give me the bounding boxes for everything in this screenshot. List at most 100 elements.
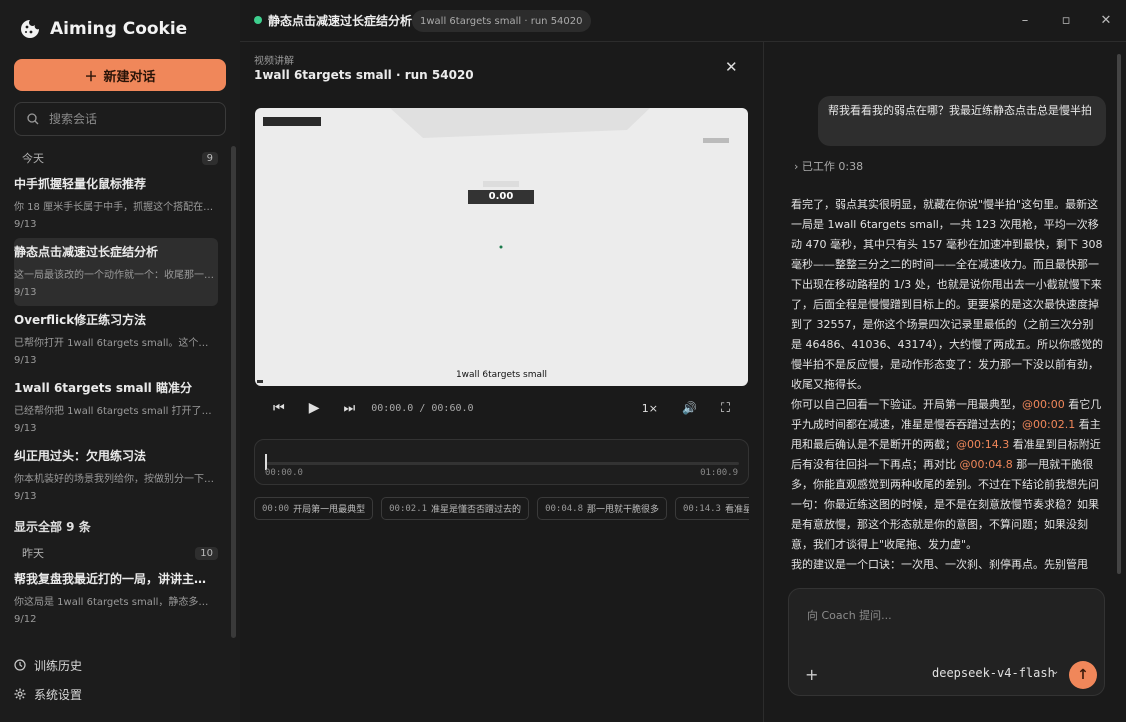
conversation-title: Overflick修正练习方法 [14, 313, 147, 327]
search-icon [27, 113, 39, 125]
answer-paragraph: 你可以自己回看一下验证。开局第一甩最典型，@00:00 看它几乎九成时间都在减速… [791, 398, 1102, 551]
chapter-time: 00:00 [262, 503, 290, 514]
scenario-chip: 1wall 6targets small · run 54020 [412, 10, 591, 32]
timestamp-link[interactable]: @00:00 [1022, 398, 1065, 411]
timeline[interactable]: 00:00.0 01:00.9 [254, 439, 749, 485]
video-caption: 1wall 6targets small [455, 370, 548, 380]
minimize-icon[interactable]: – [1016, 12, 1034, 30]
maximize-icon[interactable]: ▫ [1057, 12, 1075, 30]
sidebar-scrollbar[interactable] [231, 146, 236, 638]
group-count-badge: 10 [195, 546, 218, 560]
group-label: 昨天 [22, 547, 44, 560]
status-dot [254, 16, 262, 24]
attach-plus-icon[interactable]: + [805, 665, 818, 684]
conversation-preview: 你 18 厘米手长属于中手，抓握这个搭配在鼠... [14, 202, 214, 213]
new-chat-button[interactable]: ＋ 新建对话 [14, 59, 226, 91]
show-all-link[interactable]: 显示全部 9 条 [14, 518, 226, 535]
close-window-icon[interactable]: ✕ [1097, 12, 1115, 30]
conversation-preview: 这一局最该改的一个动作就一个：收尾那一下... [14, 270, 214, 281]
conversation-title: 帮我复盘我最近打的一局，讲讲主要... [14, 572, 214, 586]
conversation-preview: 已帮你打开 1wall 6targets small。这个就是... [14, 338, 214, 349]
conversation-title: 静态点击减速过长症结分析 [14, 245, 159, 259]
group-header-yesterday: 昨天 10 [14, 541, 226, 565]
answer-paragraph: 看完了，弱点其实很明显，就藏在你说"慢半拍"这句里。最新这一局是 1wall 6… [791, 198, 1103, 391]
conversation-title: 纠正甩过头：欠甩练习法 [14, 449, 147, 463]
conversation-item[interactable]: 1wall 6targets small 瞄准分 已经帮你把 1wall 6ta… [14, 374, 226, 442]
conversation-date: 9/13 [14, 355, 37, 366]
worked-toggle[interactable]: › 已工作 0:38 [794, 158, 863, 174]
fullscreen-icon[interactable]: ⛶ [721, 401, 730, 416]
conversation-item[interactable]: 纠正甩过头：欠甩练习法 你本机装好的场景我列给你，按做别分一下一... 9/13 [14, 442, 226, 510]
group-count-badge: 9 [201, 151, 218, 165]
conversation-date: 9/13 [14, 287, 37, 298]
volume-icon[interactable]: 🔊 [682, 401, 697, 415]
search-box [14, 102, 226, 136]
chat-panel: 帮我看看我的弱点在哪？我最近练静态点击总是慢半拍 › 已工作 0:38 看完了，… [763, 42, 1126, 722]
chapter-label: 看准星到目标 [724, 505, 749, 515]
training-history-label: 训练历史 [34, 658, 83, 673]
model-selector[interactable]: deepseek-v4-flash [932, 666, 1055, 680]
answer-paragraph: 我的建议是一个口诀：一次甩、一次刹、刹停再点。先别管甩 [791, 558, 1088, 571]
chapter-label: 开局第一甩最典型 [293, 505, 366, 515]
conversation-item[interactable]: 中手抓握轻量化鼠标推荐 你 18 厘米手长属于中手，抓握这个搭配在鼠... 9/… [14, 170, 226, 238]
conversation-item[interactable]: 帮我复盘我最近打的一局，讲讲主要... 你这局是 1wall 6targets … [14, 565, 226, 633]
chapter-label: 准星是懂否否蹭过去的 [431, 505, 522, 515]
new-chat-label: 新建对话 [103, 68, 156, 84]
conversation-date: 9/13 [14, 491, 37, 502]
arrow-up-icon: ↑ [1077, 667, 1089, 683]
group-label: 今天 [22, 152, 44, 165]
group-header-today: 今天 9 [14, 146, 226, 170]
timeline-track[interactable] [265, 462, 739, 465]
conversation-item[interactable]: Overflick修正练习方法 已帮你打开 1wall 6targets sma… [14, 306, 226, 374]
sidebar: Aiming Cookie ＋ 新建对话 今天 9 中手抓握轻量化鼠标推荐 你 … [0, 0, 240, 722]
video-panel: 视频讲解 1wall 6targets small · run 54020 ✕ … [240, 42, 763, 722]
conversation-title: 中手抓握轻量化鼠标推荐 [14, 177, 147, 191]
close-panel-icon[interactable]: ✕ [725, 58, 738, 76]
conversation-title-header: 静态点击减速过长症结分析 [268, 14, 413, 28]
app-name: Aiming Cookie [50, 19, 188, 39]
chevron-down-icon[interactable]: ⌄ [1051, 666, 1059, 677]
timeline-start: 00:00.0 [265, 468, 303, 478]
video-controls: ⏮ ▶ ⏭ 00:00.0 / 00:60.0 1× 🔊 ⛶ [255, 394, 748, 422]
settings-label: 系统设置 [34, 687, 83, 702]
conversation-date: 9/13 [14, 219, 37, 230]
chapter-chips: 00:00 开局第一甩最典型 00:02.1 准星是懂否否蹭过去的 00:04.8 那… [254, 497, 749, 521]
conversation-item-active[interactable]: 静态点击减速过长症结分析 这一局最该改的一个动作就一个：收尾那一下... 9/1… [14, 238, 218, 306]
video-title: 1wall 6targets small · run 54020 [254, 68, 474, 82]
chat-scrollbar[interactable] [1117, 54, 1121, 574]
chapter-chip[interactable]: 00:00 开局第一甩最典型 [254, 497, 374, 520]
conversation-title: 1wall 6targets small 瞄准分 [14, 381, 192, 395]
chapter-label: 那一甩就干脆很多 [587, 505, 660, 515]
score-readout: 0.00 [488, 191, 514, 202]
conversation-preview: 你本机装好的场景我列给你，按做别分一下一... [14, 474, 214, 485]
plus-icon: ＋ [84, 68, 98, 84]
chapter-chip[interactable]: 00:04.8 那一甩就干脆很多 [537, 497, 668, 520]
timestamp-link[interactable]: @00:02.1 [1022, 418, 1075, 431]
video-kicker: 视频讲解 [254, 56, 294, 67]
cookie-icon [21, 20, 39, 38]
training-history-link[interactable]: 训练历史 [14, 654, 82, 676]
chapter-chip[interactable]: 00:02.1 准星是懂否否蹭过去的 [381, 497, 530, 520]
search-input[interactable] [49, 112, 209, 126]
skip-forward-icon[interactable]: ⏭ [343, 401, 355, 416]
sidebar-footer: 训练历史 系统设置 [14, 654, 82, 712]
settings-link[interactable]: 系统设置 [14, 683, 82, 705]
timestamp-link[interactable]: @00:04.8 [960, 458, 1013, 471]
play-icon[interactable]: ▶ [309, 400, 320, 416]
gear-icon [14, 688, 26, 700]
chapter-chip[interactable]: 00:14.3看准星到目标 [675, 497, 749, 520]
main-area: 静态点击减速过长症结分析 1wall 6targets small · run … [240, 0, 1126, 722]
timestamp-link[interactable]: @00:14.3 [956, 438, 1009, 451]
chevron-right-icon: › [794, 160, 799, 173]
top-bar: 静态点击减速过长症结分析 1wall 6targets small · run … [240, 0, 1126, 42]
skip-back-icon[interactable]: ⏮ [273, 401, 285, 416]
message-composer: + deepseek-v4-flash ⌄ ↑ [788, 588, 1105, 696]
send-button[interactable]: ↑ [1069, 661, 1097, 689]
game-scene [257, 108, 729, 383]
timeline-end: 01:00.9 [700, 468, 738, 478]
speed-button[interactable]: 1× [642, 402, 658, 415]
message-input[interactable] [807, 607, 1087, 637]
video-frame[interactable]: 0.00 1wall 6targets small [255, 108, 748, 386]
chapter-time: 00:02.1 [389, 503, 428, 514]
chapter-time: 00:04.8 [545, 503, 583, 514]
